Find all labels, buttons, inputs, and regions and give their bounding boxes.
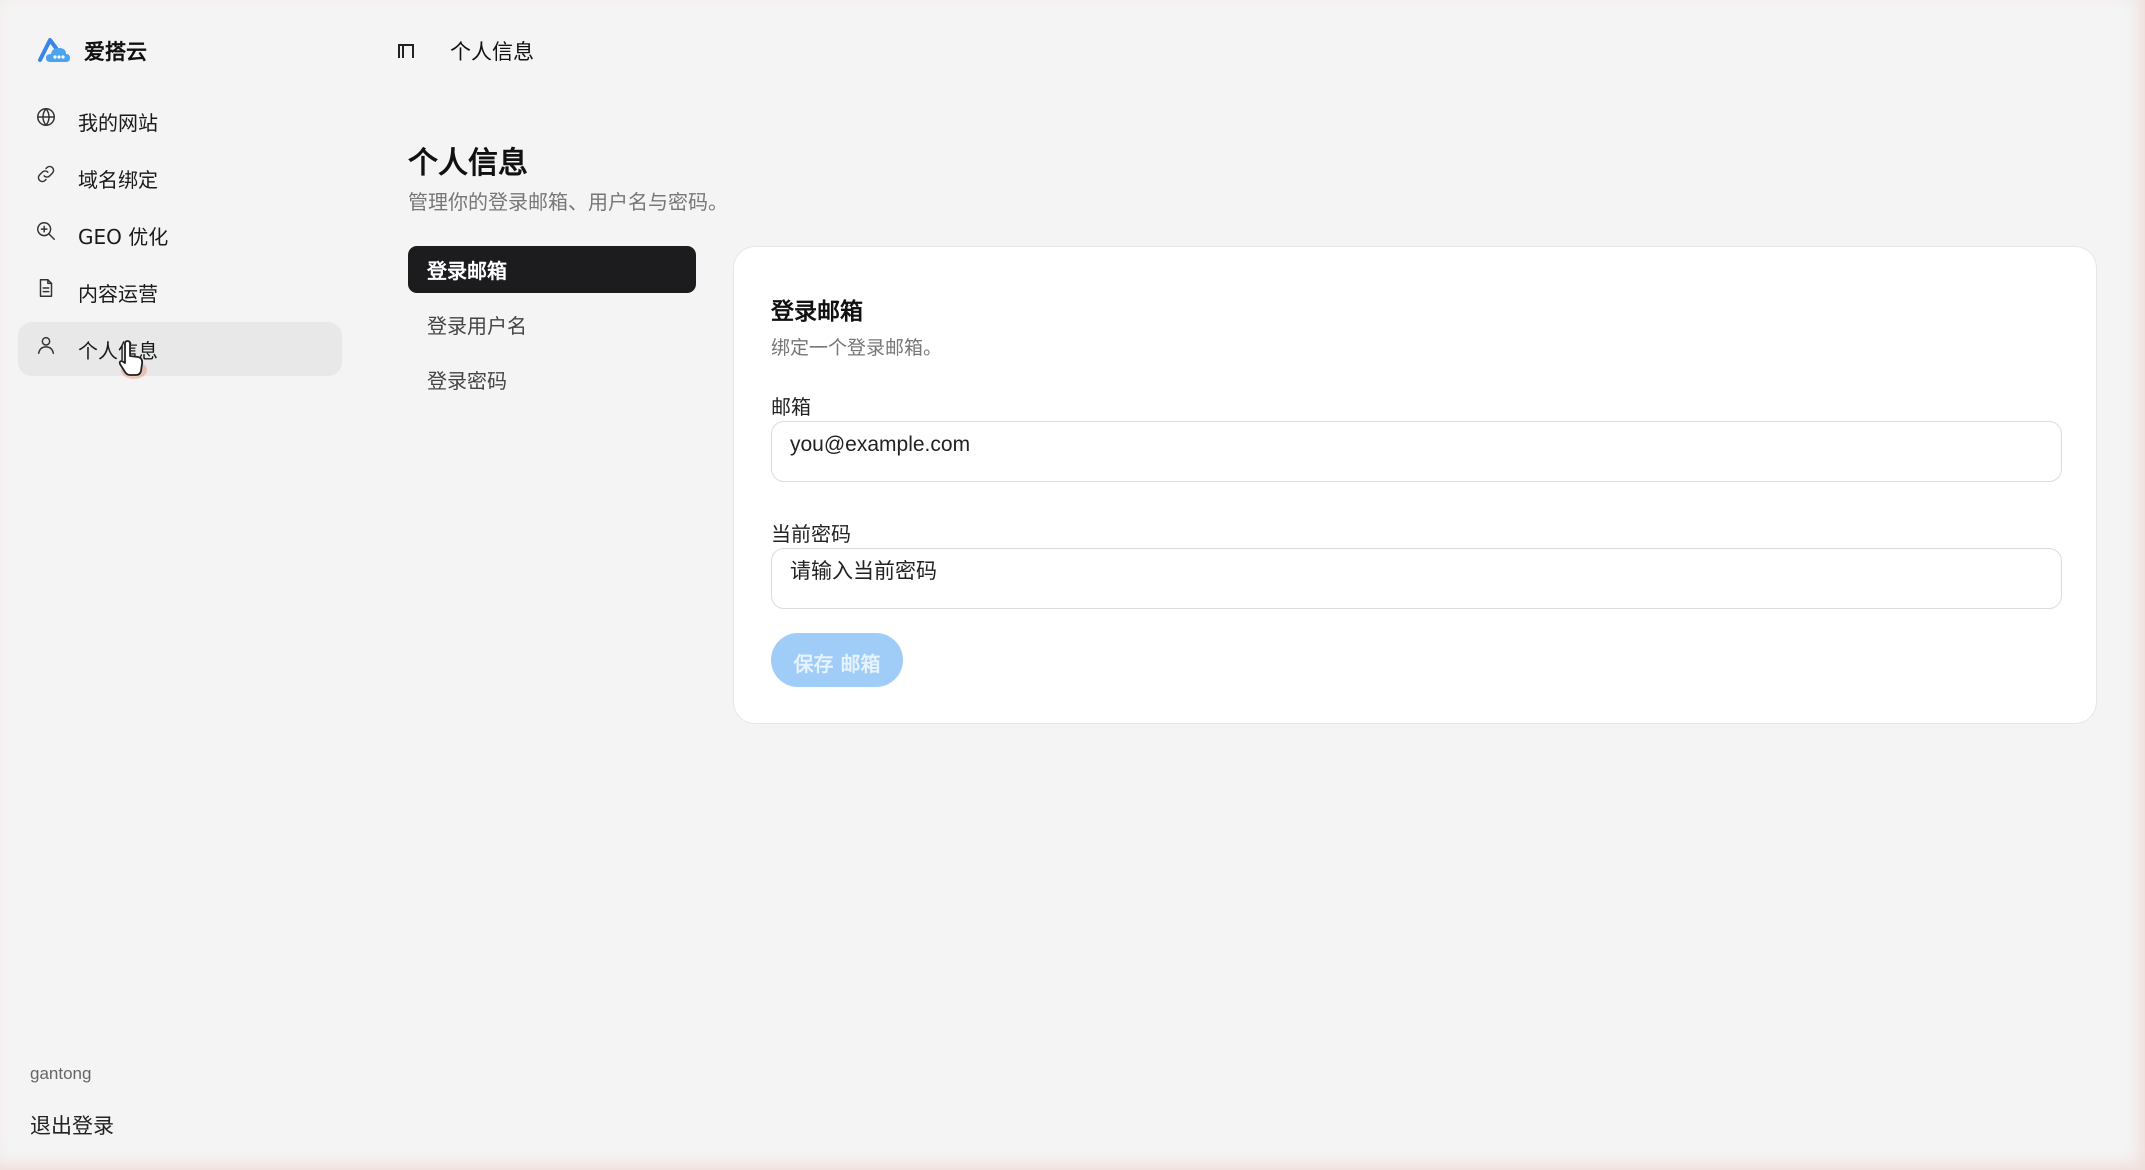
email-field-wrapper bbox=[771, 421, 2062, 482]
sidebar-item-profile[interactable]: 个人信息 bbox=[18, 322, 342, 376]
topbar: 个人信息 bbox=[392, 36, 534, 66]
page-subtitle: 管理你的登录邮箱、用户名与密码。 bbox=[408, 190, 728, 214]
sidebar-item-label: 我的网站 bbox=[78, 110, 158, 135]
email-settings-card: 登录邮箱 绑定一个登录邮箱。 邮箱 当前密码 保存 邮箱 bbox=[733, 246, 2097, 724]
page-title: 个人信息 bbox=[408, 146, 528, 181]
email-field[interactable] bbox=[790, 432, 2043, 457]
search-zoom-icon bbox=[34, 219, 58, 243]
brand[interactable]: 爱搭云 bbox=[36, 34, 147, 68]
tab-login-password[interactable]: 登录密码 bbox=[408, 356, 696, 403]
user-area: gantong 退出登录 bbox=[30, 1064, 114, 1140]
tab-login-username[interactable]: 登录用户名 bbox=[408, 301, 696, 348]
sidebar-item-label: 内容运营 bbox=[78, 281, 158, 306]
current-password-field[interactable] bbox=[790, 559, 2043, 584]
sidebar-item-domain-binding[interactable]: 域名绑定 bbox=[18, 151, 342, 205]
document-icon bbox=[34, 276, 58, 300]
username: gantong bbox=[30, 1064, 92, 1083]
sidebar-item-my-sites[interactable]: 我的网站 bbox=[18, 94, 342, 148]
card-description: 绑定一个登录邮箱。 bbox=[771, 337, 943, 359]
email-label: 邮箱 bbox=[771, 395, 811, 419]
cloud-logo-icon bbox=[38, 38, 70, 62]
save-email-button[interactable]: 保存 邮箱 bbox=[771, 633, 903, 687]
sidebar-item-content[interactable]: 内容运营 bbox=[18, 265, 342, 319]
globe-icon bbox=[34, 105, 58, 129]
app-name: 爱搭云 bbox=[84, 40, 147, 64]
current-password-field-wrapper bbox=[771, 548, 2062, 609]
card-title: 登录邮箱 bbox=[771, 299, 863, 325]
breadcrumb: 个人信息 bbox=[450, 40, 534, 64]
sidebar: 爱搭云 我的网站 域名绑定 GEO 优化 内容运营 个人信息 gantong 退… bbox=[0, 0, 360, 1170]
sidebar-item-geo[interactable]: GEO 优化 bbox=[18, 208, 342, 262]
tab-login-email[interactable]: 登录邮箱 bbox=[408, 246, 696, 293]
panel-toggle-icon bbox=[398, 44, 414, 58]
logout-button[interactable]: 退出登录 bbox=[30, 1110, 114, 1140]
sidebar-toggle-button[interactable] bbox=[392, 37, 420, 65]
hand-cursor-icon bbox=[118, 340, 147, 379]
sidebar-item-label: GEO 优化 bbox=[78, 224, 169, 249]
current-password-label: 当前密码 bbox=[771, 522, 851, 546]
sidebar-item-label: 域名绑定 bbox=[78, 167, 158, 192]
sidebar-nav: 我的网站 域名绑定 GEO 优化 内容运营 个人信息 bbox=[18, 94, 342, 379]
user-icon bbox=[34, 333, 58, 357]
link-icon bbox=[34, 162, 58, 186]
section-tabs: 登录邮箱 登录用户名 登录密码 bbox=[408, 246, 696, 411]
